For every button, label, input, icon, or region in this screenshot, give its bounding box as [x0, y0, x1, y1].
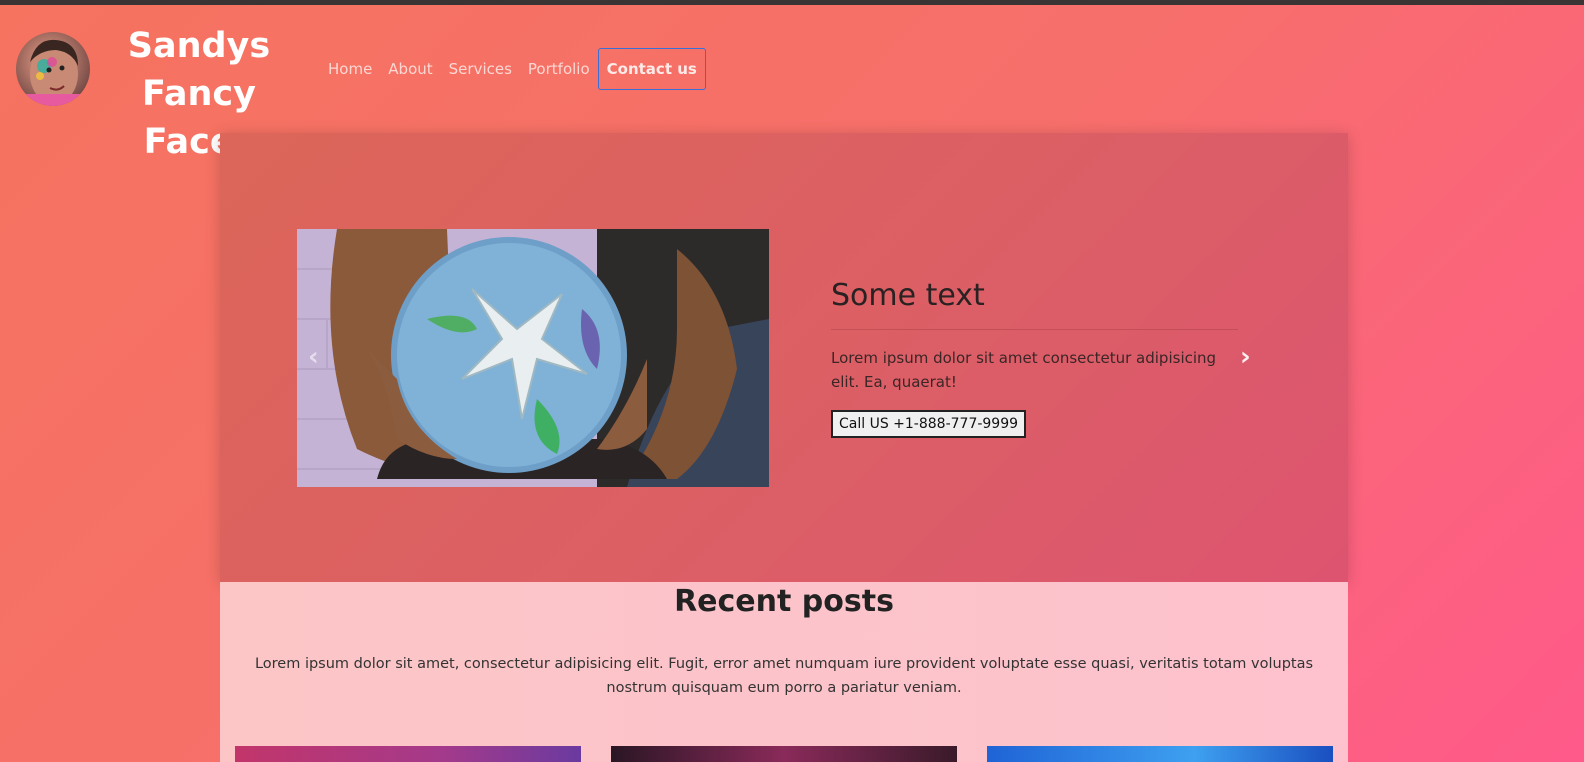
- recent-posts-section: Recent posts Lorem ipsum dolor sit amet,…: [220, 582, 1348, 762]
- slide-text: Lorem ipsum dolor sit amet consectetur a…: [831, 349, 1217, 391]
- carousel-prev-icon[interactable]: ‹: [308, 343, 319, 371]
- post-thumbnail[interactable]: [611, 746, 957, 762]
- post-thumbnail[interactable]: [235, 746, 581, 762]
- nav-home[interactable]: Home: [320, 48, 380, 90]
- call-us-button[interactable]: Call US +1-888-777-9999: [831, 410, 1027, 438]
- nav-about[interactable]: About: [380, 48, 440, 90]
- slide-divider: [831, 329, 1238, 330]
- logo-avatar[interactable]: [16, 32, 90, 106]
- nav-services[interactable]: Services: [441, 48, 520, 90]
- recent-posts-description: Lorem ipsum dolor sit amet, consectetur …: [254, 656, 1314, 696]
- slide-image: [297, 229, 769, 487]
- browser-top-strip: [0, 0, 1584, 5]
- main-nav: Home About Services Portfolio Contact us: [320, 48, 706, 90]
- hero-carousel: ‹ › Some text Lorem ipsum dolor sit amet…: [220, 133, 1348, 582]
- recent-posts-title: Recent posts: [674, 584, 894, 619]
- post-thumbnail[interactable]: [987, 746, 1333, 762]
- carousel-next-icon[interactable]: ›: [1240, 343, 1251, 371]
- nav-portfolio[interactable]: Portfolio: [520, 48, 598, 90]
- nav-contact-button[interactable]: Contact us: [597, 48, 706, 90]
- slide-heading: Some text: [831, 278, 985, 313]
